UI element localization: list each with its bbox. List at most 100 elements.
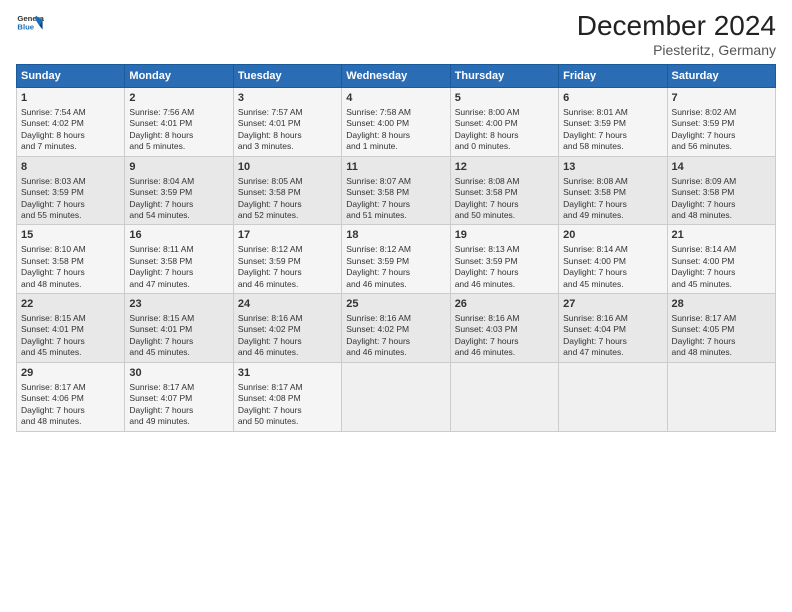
col-friday: Friday bbox=[559, 65, 667, 88]
cell-text: Sunrise: 8:04 AM bbox=[129, 176, 194, 186]
calendar-cell: 9Sunrise: 8:04 AMSunset: 3:59 PMDaylight… bbox=[125, 156, 233, 225]
cell-text: Daylight: 7 hours bbox=[21, 199, 85, 209]
main-title: December 2024 bbox=[577, 10, 776, 42]
cell-text: Sunrise: 8:16 AM bbox=[238, 313, 303, 323]
cell-text: Sunset: 4:08 PM bbox=[238, 393, 301, 403]
cell-text: Sunrise: 8:12 AM bbox=[238, 244, 303, 254]
cell-text: and 46 minutes. bbox=[346, 347, 406, 357]
week-row-1: 1Sunrise: 7:54 AMSunset: 4:02 PMDaylight… bbox=[17, 88, 776, 157]
calendar-cell: 21Sunrise: 8:14 AMSunset: 4:00 PMDayligh… bbox=[667, 225, 775, 294]
day-number: 14 bbox=[672, 160, 771, 175]
cell-text: Daylight: 7 hours bbox=[21, 267, 85, 277]
cell-text: Sunset: 4:02 PM bbox=[21, 118, 84, 128]
cell-text: Daylight: 7 hours bbox=[21, 336, 85, 346]
calendar-cell: 12Sunrise: 8:08 AMSunset: 3:58 PMDayligh… bbox=[450, 156, 558, 225]
cell-text: and 50 minutes. bbox=[455, 210, 515, 220]
cell-text: Daylight: 7 hours bbox=[672, 336, 736, 346]
cell-text: Sunset: 4:01 PM bbox=[129, 118, 192, 128]
week-row-3: 15Sunrise: 8:10 AMSunset: 3:58 PMDayligh… bbox=[17, 225, 776, 294]
cell-text: Sunrise: 8:00 AM bbox=[455, 107, 520, 117]
col-wednesday: Wednesday bbox=[342, 65, 450, 88]
cell-text: Daylight: 7 hours bbox=[563, 336, 627, 346]
cell-text: Sunrise: 8:09 AM bbox=[672, 176, 737, 186]
calendar-cell: 15Sunrise: 8:10 AMSunset: 3:58 PMDayligh… bbox=[17, 225, 125, 294]
day-number: 24 bbox=[238, 297, 337, 312]
day-number: 2 bbox=[129, 91, 228, 106]
calendar-cell: 31Sunrise: 8:17 AMSunset: 4:08 PMDayligh… bbox=[233, 362, 341, 431]
calendar-cell: 25Sunrise: 8:16 AMSunset: 4:02 PMDayligh… bbox=[342, 294, 450, 363]
calendar-cell: 3Sunrise: 7:57 AMSunset: 4:01 PMDaylight… bbox=[233, 88, 341, 157]
cell-text: Sunset: 4:00 PM bbox=[455, 118, 518, 128]
day-number: 17 bbox=[238, 228, 337, 243]
day-number: 11 bbox=[346, 160, 445, 175]
cell-text: Sunrise: 7:56 AM bbox=[129, 107, 194, 117]
cell-text: and 0 minutes. bbox=[455, 141, 511, 151]
cell-text: Daylight: 7 hours bbox=[129, 405, 193, 415]
cell-text: Sunrise: 8:17 AM bbox=[238, 382, 303, 392]
col-monday: Monday bbox=[125, 65, 233, 88]
cell-text: Daylight: 8 hours bbox=[21, 130, 85, 140]
cell-text: Daylight: 7 hours bbox=[21, 405, 85, 415]
cell-text: Sunrise: 8:08 AM bbox=[563, 176, 628, 186]
cell-text: and 50 minutes. bbox=[238, 416, 298, 426]
logo-icon: General Blue bbox=[16, 10, 44, 38]
cell-text: Sunrise: 7:54 AM bbox=[21, 107, 86, 117]
cell-text: Sunrise: 8:01 AM bbox=[563, 107, 628, 117]
subtitle: Piesteritz, Germany bbox=[577, 42, 776, 58]
cell-text: Daylight: 8 hours bbox=[129, 130, 193, 140]
day-number: 30 bbox=[129, 366, 228, 381]
cell-text: Sunrise: 8:11 AM bbox=[129, 244, 193, 254]
day-number: 3 bbox=[238, 91, 337, 106]
calendar-cell bbox=[450, 362, 558, 431]
cell-text: and 46 minutes. bbox=[238, 279, 298, 289]
cell-text: Sunset: 4:07 PM bbox=[129, 393, 192, 403]
cell-text: Sunset: 3:58 PM bbox=[346, 187, 409, 197]
calendar-cell: 23Sunrise: 8:15 AMSunset: 4:01 PMDayligh… bbox=[125, 294, 233, 363]
cell-text: Sunset: 3:59 PM bbox=[672, 118, 735, 128]
cell-text: Sunset: 4:02 PM bbox=[346, 324, 409, 334]
cell-text: and 45 minutes. bbox=[129, 347, 189, 357]
cell-text: Sunrise: 8:15 AM bbox=[21, 313, 86, 323]
cell-text: Sunset: 3:58 PM bbox=[455, 187, 518, 197]
cell-text: Sunrise: 8:17 AM bbox=[672, 313, 737, 323]
cell-text: Daylight: 8 hours bbox=[238, 130, 302, 140]
page: General Blue December 2024 Piesteritz, G… bbox=[0, 0, 792, 612]
cell-text: Sunrise: 8:08 AM bbox=[455, 176, 520, 186]
calendar-body: 1Sunrise: 7:54 AMSunset: 4:02 PMDaylight… bbox=[17, 88, 776, 432]
cell-text: Daylight: 8 hours bbox=[455, 130, 519, 140]
day-number: 10 bbox=[238, 160, 337, 175]
calendar-cell: 27Sunrise: 8:16 AMSunset: 4:04 PMDayligh… bbox=[559, 294, 667, 363]
cell-text: Daylight: 8 hours bbox=[346, 130, 410, 140]
cell-text: Sunset: 3:59 PM bbox=[129, 187, 192, 197]
cell-text: Daylight: 7 hours bbox=[563, 130, 627, 140]
week-row-4: 22Sunrise: 8:15 AMSunset: 4:01 PMDayligh… bbox=[17, 294, 776, 363]
svg-text:Blue: Blue bbox=[17, 23, 34, 32]
cell-text: and 48 minutes. bbox=[21, 416, 81, 426]
col-tuesday: Tuesday bbox=[233, 65, 341, 88]
calendar-cell: 22Sunrise: 8:15 AMSunset: 4:01 PMDayligh… bbox=[17, 294, 125, 363]
calendar-cell: 18Sunrise: 8:12 AMSunset: 3:59 PMDayligh… bbox=[342, 225, 450, 294]
calendar-cell: 13Sunrise: 8:08 AMSunset: 3:58 PMDayligh… bbox=[559, 156, 667, 225]
col-sunday: Sunday bbox=[17, 65, 125, 88]
day-number: 26 bbox=[455, 297, 554, 312]
col-saturday: Saturday bbox=[667, 65, 775, 88]
calendar-cell bbox=[667, 362, 775, 431]
cell-text: Sunset: 3:58 PM bbox=[21, 256, 84, 266]
cell-text: and 1 minute. bbox=[346, 141, 398, 151]
cell-text: Sunrise: 8:16 AM bbox=[563, 313, 628, 323]
cell-text: Sunrise: 8:16 AM bbox=[346, 313, 411, 323]
calendar-cell: 14Sunrise: 8:09 AMSunset: 3:58 PMDayligh… bbox=[667, 156, 775, 225]
cell-text: Daylight: 7 hours bbox=[346, 267, 410, 277]
week-row-2: 8Sunrise: 8:03 AMSunset: 3:59 PMDaylight… bbox=[17, 156, 776, 225]
day-number: 6 bbox=[563, 91, 662, 106]
cell-text: Sunrise: 8:07 AM bbox=[346, 176, 411, 186]
cell-text: Sunset: 3:59 PM bbox=[238, 256, 301, 266]
cell-text: Sunset: 4:02 PM bbox=[238, 324, 301, 334]
cell-text: and 45 minutes. bbox=[563, 279, 623, 289]
cell-text: Sunrise: 8:12 AM bbox=[346, 244, 411, 254]
cell-text: Sunrise: 8:17 AM bbox=[129, 382, 194, 392]
calendar-cell: 30Sunrise: 8:17 AMSunset: 4:07 PM Dayligh… bbox=[125, 362, 233, 431]
calendar-cell: 7Sunrise: 8:02 AMSunset: 3:59 PMDaylight… bbox=[667, 88, 775, 157]
cell-text: Sunset: 4:05 PM bbox=[672, 324, 735, 334]
cell-text: Sunrise: 8:17 AM bbox=[21, 382, 86, 392]
